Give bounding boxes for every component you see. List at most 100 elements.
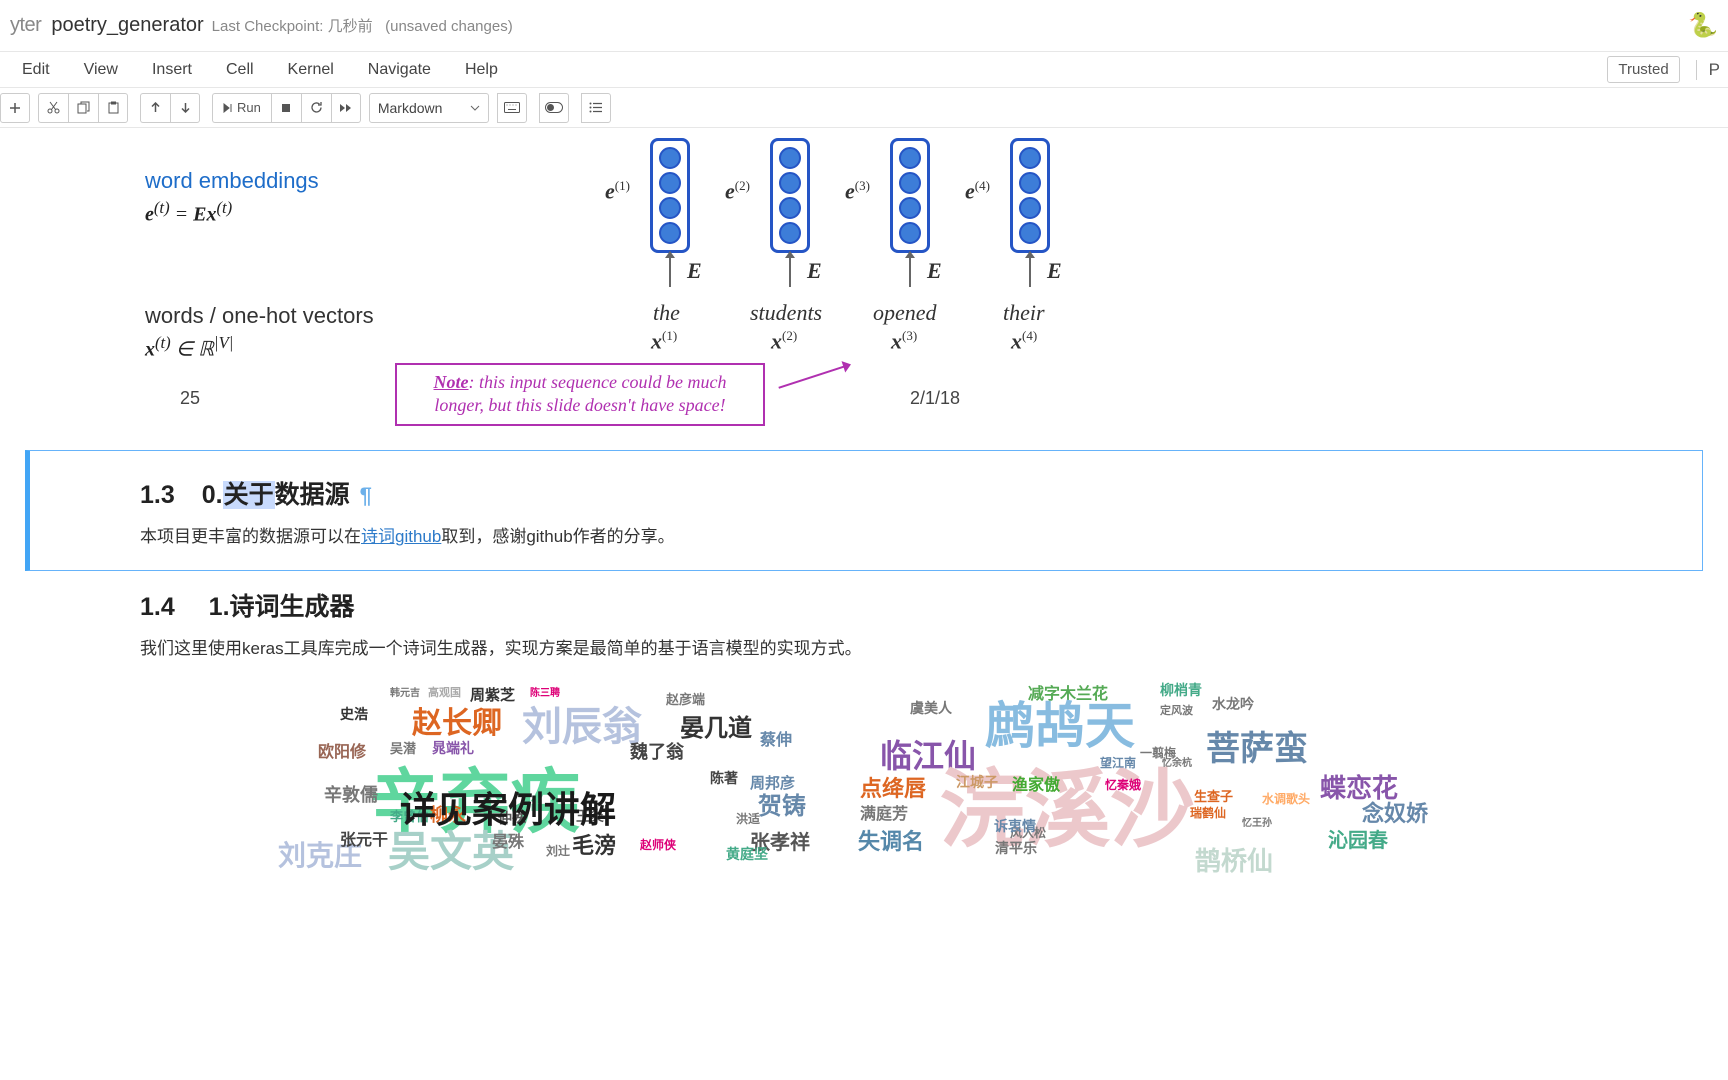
diagram-note-box: Note: this input sequence could be much …	[395, 363, 765, 426]
paste-button[interactable]	[98, 93, 128, 123]
diagram-word-1: the	[653, 300, 680, 326]
cell-type-select[interactable]: Markdown	[369, 93, 489, 123]
markdown-cell-1-3[interactable]: 1.3 0.关于数据源 ¶ 本项目更丰富的数据源可以在诗词github取到，感谢…	[25, 450, 1703, 571]
wordcloud-word: 忆秦娥	[1105, 776, 1141, 793]
menu-help[interactable]: Help	[451, 55, 512, 85]
wordcloud-word: 史浩	[340, 704, 368, 724]
kernel-indicator: P	[1696, 60, 1720, 80]
body-1-4: 我们这里使用keras工具库完成一个诗词生成器，实现方案是最简单的基于语言模型的…	[140, 635, 1685, 662]
diagram-page-num: 25	[180, 388, 200, 409]
diagram-we-formula: e(t) = Ex(t)	[145, 198, 232, 227]
menu-view[interactable]: View	[70, 55, 132, 85]
diagram-e4: e(4)	[965, 178, 990, 204]
diagram-E2: E	[807, 258, 822, 284]
copy-button[interactable]	[68, 93, 98, 123]
wordcloud-word: 江城子	[956, 772, 998, 792]
wordcloud-word: 柳梢青	[1160, 680, 1202, 700]
trusted-badge[interactable]: Trusted	[1607, 56, 1679, 83]
wordcloud-word: 刘辰翁	[522, 694, 642, 752]
wordcloud-word: 定风波	[1160, 702, 1193, 718]
diagram-word-3: opened	[873, 300, 937, 326]
wordcloud-word: 菩萨蛮	[1206, 721, 1308, 770]
wordcloud-word: 刘辻	[546, 842, 570, 859]
diagram-E1: E	[687, 258, 702, 284]
copy-icon	[77, 101, 90, 114]
run-button[interactable]: Run	[212, 93, 271, 123]
jupyter-logo: yter	[10, 14, 41, 37]
heading-1-4: 1.4 1.诗词生成器	[140, 587, 1685, 623]
keyboard-icon	[504, 102, 520, 113]
menubar: Edit View Insert Cell Kernel Navigate He…	[0, 52, 1728, 88]
diagram-x1: x(1)	[651, 328, 677, 354]
wordcloud-word: 洪适	[736, 810, 760, 827]
diagram-arrow-1	[669, 257, 671, 287]
toggle-button[interactable]	[539, 93, 569, 123]
wordcloud-word: 欧阳修	[318, 738, 366, 762]
wordcloud-word: 水调歌头	[1262, 790, 1310, 807]
cut-button[interactable]	[38, 93, 68, 123]
wordcloud-word: 瑞鹤仙	[1190, 804, 1226, 821]
menu-kernel[interactable]: Kernel	[274, 55, 348, 85]
wordcloud-word: 贺铸	[758, 786, 806, 821]
diagram-vec-3	[890, 138, 930, 253]
anchor-link[interactable]: ¶	[360, 483, 372, 509]
python-icon: 🐍	[1688, 11, 1718, 40]
diagram-x3: x(3)	[891, 328, 917, 354]
diagram-vec-4	[1010, 138, 1050, 253]
diagram-onehot-label: words / one-hot vectors	[145, 303, 374, 329]
wordcloud-word: 水龙吟	[1212, 694, 1254, 714]
plus-icon	[9, 102, 21, 114]
restart-button[interactable]	[301, 93, 331, 123]
move-up-button[interactable]	[140, 93, 170, 123]
menu-insert[interactable]: Insert	[138, 55, 206, 85]
restart-run-button[interactable]	[331, 93, 361, 123]
wordcloud-word: 魏了翁	[630, 738, 684, 764]
diagram-E4: E	[1047, 258, 1062, 284]
diagram-vec-2	[770, 138, 810, 253]
header: yter poetry_generator Last Checkpoint: 几…	[0, 0, 1728, 52]
diagram-word-2: students	[750, 300, 822, 326]
move-down-button[interactable]	[170, 93, 200, 123]
markdown-cell-1-4[interactable]: 1.4 1.诗词生成器 我们这里使用keras工具库完成一个诗词生成器，实现方案…	[25, 577, 1703, 886]
diagram-x4: x(4)	[1011, 328, 1037, 354]
list-icon	[589, 102, 603, 113]
add-cell-button[interactable]	[0, 93, 30, 123]
restart-icon	[310, 101, 323, 114]
wordcloud-word: 诉衷情	[994, 816, 1036, 836]
menu-cell[interactable]: Cell	[212, 55, 268, 85]
paste-icon	[107, 101, 120, 114]
diagram-vec-1	[650, 138, 690, 253]
overlay-caption: 详见案例讲解	[400, 781, 616, 833]
wordcloud-word: 点绛唇	[860, 771, 926, 803]
wordcloud-word: 张元干	[340, 826, 388, 850]
wordcloud-word: 渔家傲	[1012, 771, 1060, 795]
diagram-e2: e(2)	[725, 178, 750, 204]
diagram-E3: E	[927, 258, 942, 284]
wordcloud-word: 陈著	[710, 768, 738, 788]
wordcloud-word: 失调名	[858, 824, 924, 856]
toc-button[interactable]	[581, 93, 611, 123]
stop-button[interactable]	[271, 93, 301, 123]
menu-navigate[interactable]: Navigate	[354, 55, 445, 85]
wordcloud-word: 望江南	[1100, 754, 1136, 771]
notebook-name[interactable]: poetry_generator	[51, 14, 203, 37]
keyboard-button[interactable]	[497, 93, 527, 123]
rnn-diagram-image: word embeddings e(t) = Ex(t) words / one…	[25, 138, 1703, 438]
wordcloud-word: 满庭芳	[860, 800, 908, 824]
diagram-e3: e(3)	[845, 178, 870, 204]
diagram-e1: e(1)	[605, 178, 630, 204]
wordcloud-word: 忆余杭	[1162, 754, 1192, 769]
arrow-down-icon	[180, 102, 191, 113]
wordcloud-word: 忆王孙	[1242, 814, 1272, 829]
github-link[interactable]: 诗词github	[361, 527, 441, 546]
diagram-word-embeddings-label: word embeddings	[145, 168, 319, 194]
wordcloud-word: 沁园春	[1328, 824, 1388, 853]
wordcloud-word: 赵彦端	[666, 689, 705, 708]
menu-edit[interactable]: Edit	[8, 55, 64, 85]
notebook-container[interactable]: word embeddings e(t) = Ex(t) words / one…	[0, 128, 1728, 1080]
fast-forward-icon	[339, 103, 352, 113]
wordcloud-word: 生查子	[1194, 786, 1233, 805]
wordcloud-word: 赵师侠	[640, 836, 676, 853]
checkpoint-status: Last Checkpoint: 几秒前 (unsaved changes)	[212, 15, 513, 36]
play-step-icon	[223, 103, 233, 113]
